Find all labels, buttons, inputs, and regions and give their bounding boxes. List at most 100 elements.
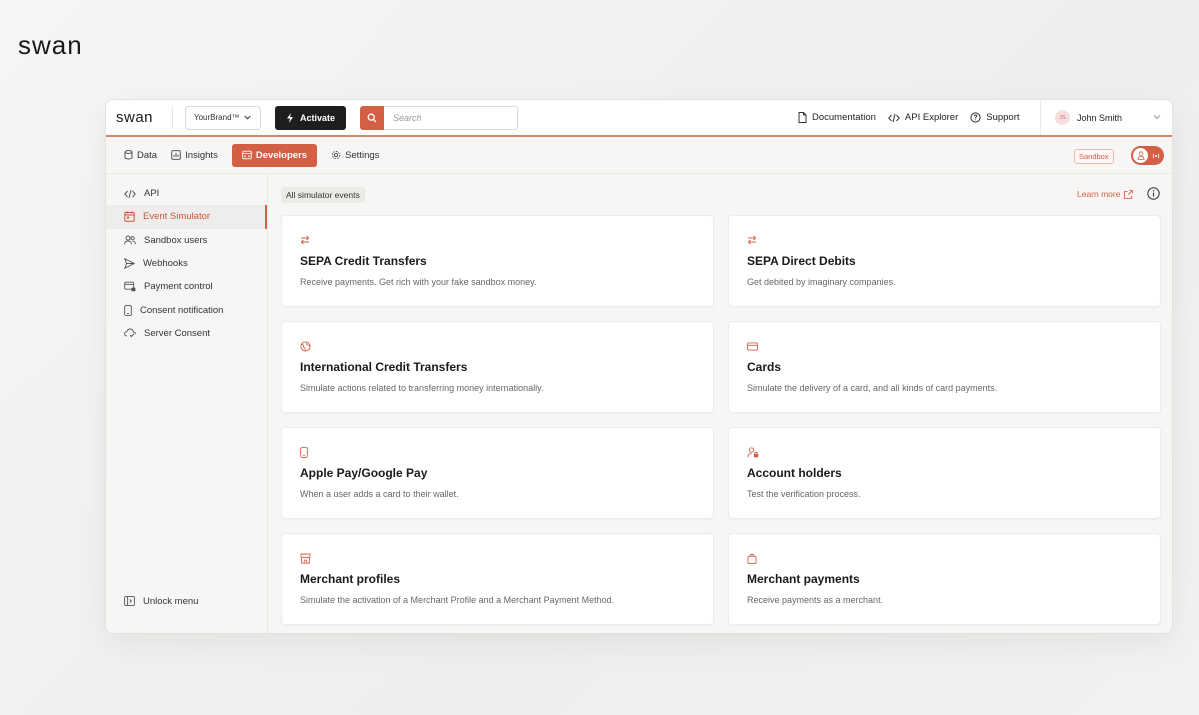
card-merchant-payments[interactable]: Merchant payments Receive payments as a … xyxy=(728,533,1161,625)
support-label: Support xyxy=(986,112,1020,123)
card-title: Apple Pay/Google Pay xyxy=(300,466,428,480)
card-account-holders[interactable]: Account holders Test the verification pr… xyxy=(728,427,1161,519)
arrows-exchange-icon xyxy=(747,235,757,245)
card-apple-google-pay[interactable]: Apple Pay/Google Pay When a user adds a … xyxy=(281,427,714,519)
brand-select[interactable]: YourBrand™ xyxy=(185,105,261,130)
card-description: Receive payments. Get rich with your fak… xyxy=(300,277,537,287)
info-icon[interactable] xyxy=(1147,187,1160,200)
app-logo[interactable]: swan xyxy=(106,109,172,126)
send-icon xyxy=(124,258,135,270)
learn-more-label: Learn more xyxy=(1077,189,1121,199)
lightning-icon xyxy=(286,112,293,123)
tab-settings[interactable]: Settings xyxy=(331,144,379,167)
external-link-icon xyxy=(1124,189,1134,199)
card-sepa-direct-debits[interactable]: SEPA Direct Debits Get debited by imagin… xyxy=(728,215,1161,307)
search-icon xyxy=(367,113,377,122)
activate-label: Activate xyxy=(299,112,335,123)
app-window: swan YourBrand™ Activate Documentation A… xyxy=(105,99,1173,634)
card-title: SEPA Direct Debits xyxy=(747,254,856,268)
sidebar-item-sandbox-users[interactable]: Sandbox users xyxy=(106,229,267,252)
avatar: JS xyxy=(1055,110,1070,125)
search xyxy=(360,105,518,130)
activate-button[interactable]: Activate xyxy=(275,105,346,130)
users-icon xyxy=(124,235,136,245)
card-title: SEPA Credit Transfers xyxy=(300,254,427,268)
tab-developers-label: Developers xyxy=(255,149,308,161)
card-title: Merchant payments xyxy=(747,572,860,586)
card-sepa-credit-transfers[interactable]: SEPA Credit Transfers Receive payments. … xyxy=(281,215,714,307)
sidebar-item-consent-notification[interactable]: Consent notification xyxy=(106,298,267,321)
document-icon xyxy=(798,112,807,123)
sidebar: API Event Simulator Sandbox users Webhoo… xyxy=(106,174,268,633)
sidebar-item-label: Webhooks xyxy=(143,258,188,270)
card-title: Cards xyxy=(747,360,782,374)
card-merchant-profiles[interactable]: Merchant profiles Simulate the activatio… xyxy=(281,533,714,625)
person-icon xyxy=(1137,151,1144,160)
sidebar-item-webhooks[interactable]: Webhooks xyxy=(106,252,267,275)
tab-developers[interactable]: Developers xyxy=(231,143,318,167)
sidebar-item-label: Server Consent xyxy=(144,327,211,339)
search-input[interactable] xyxy=(384,105,518,130)
card-cards[interactable]: Cards Simulate the delivery of a card, a… xyxy=(728,321,1161,413)
documentation-link[interactable]: Documentation xyxy=(798,112,876,123)
phone-icon xyxy=(124,304,132,316)
sidebar-list: API Event Simulator Sandbox users Webhoo… xyxy=(106,174,267,345)
main-nav: Data Insights Developers Settings Sandbo… xyxy=(106,137,1172,174)
card-title: Merchant profiles xyxy=(300,572,401,586)
sidebar-item-api[interactable]: API xyxy=(106,182,267,205)
user-name: John Smith xyxy=(1077,112,1123,123)
divider xyxy=(172,106,173,129)
tab-insights[interactable]: Insights xyxy=(171,144,218,167)
sidebar-item-label: API xyxy=(144,188,160,200)
card-description: Simulate actions related to transferring… xyxy=(300,383,544,393)
main-header: All simulator events Learn more xyxy=(269,174,1172,214)
person-lock-icon xyxy=(747,446,759,457)
sidebar-item-label: Event Simulator xyxy=(143,211,211,223)
developers-icon xyxy=(242,150,252,160)
sidebar-item-event-simulator[interactable]: Event Simulator xyxy=(106,205,267,229)
tab-data[interactable]: Data xyxy=(124,144,157,167)
smartphone-icon xyxy=(300,446,308,458)
learn-more-link[interactable]: Learn more xyxy=(1077,189,1134,199)
brand-logo: swan xyxy=(18,30,83,60)
bag-icon xyxy=(747,553,757,564)
store-icon xyxy=(300,553,311,564)
sandbox-badge: Sandbox xyxy=(1074,149,1114,164)
main-content: All simulator events Learn more SEPA Cre… xyxy=(269,174,1172,633)
tab-settings-label: Settings xyxy=(345,149,380,161)
search-button[interactable] xyxy=(360,105,384,130)
gear-icon xyxy=(332,150,341,160)
help-bubble-icon xyxy=(970,112,981,123)
card-description: Receive payments as a merchant. xyxy=(747,595,884,605)
sidebar-item-server-consent[interactable]: Server Consent xyxy=(106,322,267,345)
database-icon xyxy=(124,150,133,160)
card-international-credit-transfers[interactable]: International Credit Transfers Simulate … xyxy=(281,321,714,413)
support-link[interactable]: Support xyxy=(970,112,1020,123)
top-bar: swan YourBrand™ Activate Documentation A… xyxy=(106,100,1172,137)
arrows-exchange-icon xyxy=(300,235,310,245)
user-menu[interactable]: JS John Smith xyxy=(1040,100,1172,135)
api-explorer-link[interactable]: API Explorer xyxy=(888,112,958,123)
insights-icon xyxy=(171,150,181,160)
card-lock-icon xyxy=(124,282,136,292)
card-description: Get debited by imaginary companies. xyxy=(747,277,896,287)
documentation-label: Documentation xyxy=(812,112,876,123)
code-icon xyxy=(124,189,136,198)
calendar-icon xyxy=(124,211,135,223)
tab-insights-label: Insights xyxy=(185,149,218,161)
tab-data-label: Data xyxy=(137,149,158,161)
sidebar-toggle-icon xyxy=(124,596,135,607)
chevron-down-icon[interactable] xyxy=(1152,112,1162,122)
brand-select-label: YourBrand™ xyxy=(194,113,240,122)
sidebar-item-label: Sandbox users xyxy=(144,234,208,246)
top-links: Documentation API Explorer Support xyxy=(798,112,1020,123)
sidebar-item-label: Payment control xyxy=(144,281,213,293)
credit-card-icon xyxy=(747,341,758,351)
sidebar-item-label: Consent notification xyxy=(140,304,224,316)
sidebar-item-payment-control[interactable]: Payment control xyxy=(106,275,267,298)
cloud-check-icon xyxy=(124,328,136,338)
toggle-knob xyxy=(1133,148,1148,163)
sandbox-toggle[interactable] xyxy=(1131,146,1164,165)
card-description: Simulate the delivery of a card, and all… xyxy=(747,383,998,393)
unlock-menu-button[interactable]: Unlock menu xyxy=(106,590,198,613)
